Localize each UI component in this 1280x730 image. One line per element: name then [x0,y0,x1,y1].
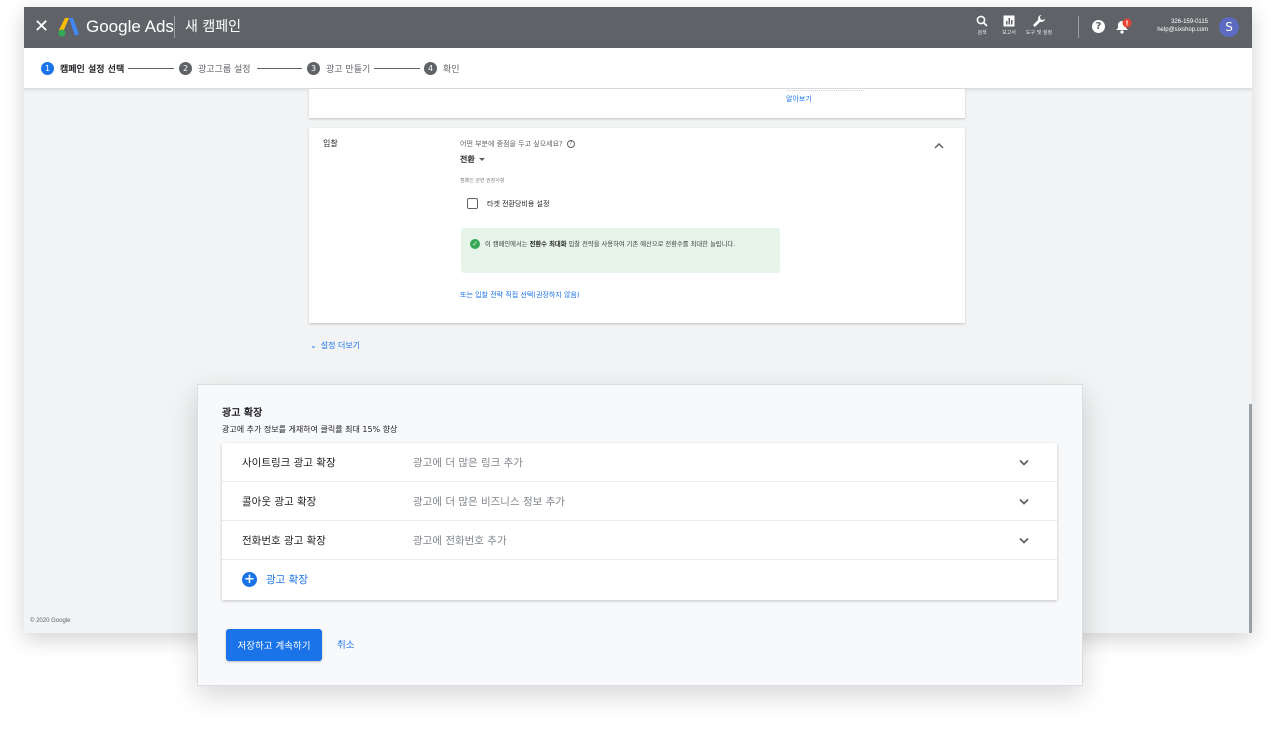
campaign-stepper: 1 캠페인 설정 선택 2 광고그룹 설정 3 광고 만들기 4 확인 [24,48,1252,89]
chevron-down-icon[interactable] [1019,498,1029,505]
step-label: 광고 만들기 [326,65,371,75]
bidding-focus-value: 전환 [460,155,475,164]
info-text-pre: 이 캠페인에서는 [485,241,530,248]
extension-description: 광고에 더 많은 링크 추가 [413,457,523,469]
header-divider [174,16,175,38]
extensions-subtitle: 광고에 추가 정보를 게재하여 클릭률 최대 15% 향상 [222,425,398,434]
extension-row-call[interactable]: 전화번호 광고 확장 광고에 전화번호 추가 [222,521,1057,560]
cancel-button[interactable]: 취소 [337,637,354,651]
extensions-title: 광고 확장 [222,408,263,419]
extension-name: 전화번호 광고 확장 [242,535,326,547]
add-extension-label: 광고 확장 [266,574,308,586]
extension-name: 사이트링크 광고 확장 [242,457,336,469]
tools-settings-label: 도구 및 설정 [1025,30,1053,36]
info-text-strategy: 전환수 최대화 [529,241,567,248]
previous-settings-card [309,89,965,118]
recommendation-label: 캠페인 관련 권장사항 [460,178,505,184]
search-icon [968,12,996,30]
save-and-continue-button[interactable]: 저장하고 계속하기 [226,629,322,661]
step-review[interactable]: 4 확인 [424,62,460,75]
search-tool-label: 검색 [977,30,987,36]
bidding-info-banner: ✓ 이 캠페인에서는 전환수 최대화 입찰 전략을 사용하여 기존 예산으로 전… [461,228,780,273]
bidding-focus-dropdown[interactable]: 전환 [460,154,485,165]
step-connector [374,68,420,69]
chevron-down-icon[interactable] [1019,537,1029,544]
step-create-ads[interactable]: 3 광고 만들기 [307,62,370,75]
extensions-list: 사이트링크 광고 확장 광고에 더 많은 링크 추가 콜아웃 광고 확장 광고에… [222,443,1057,600]
close-icon[interactable]: ✕ [34,17,49,37]
extension-name: 콜아웃 광고 확장 [242,496,317,508]
target-cpa-checkbox-row[interactable]: 타겟 전환당비용 설정 [467,198,549,209]
step-number: 2 [179,62,192,75]
bidding-question: 어떤 부분에 중점을 두고 싶으세요? ? [460,139,575,149]
reports-icon [995,12,1023,30]
step-connector [257,68,302,69]
target-cpa-checkbox[interactable] [467,198,478,209]
extension-description: 광고에 더 많은 비즈니스 정보 추가 [413,496,565,508]
plus-circle-icon: + [242,572,257,587]
extension-row-sitelink[interactable]: 사이트링크 광고 확장 광고에 더 많은 링크 추가 [222,443,1057,482]
step-connector [128,68,174,69]
header-divider-right [1078,16,1079,38]
avatar[interactable]: S [1219,17,1239,37]
step-label: 광고그룹 설정 [198,65,251,75]
reports-tool-button[interactable]: 보고서 [995,12,1023,37]
check-circle-icon: ✓ [470,239,480,249]
campaign-title: 새 캠페인 [185,19,241,35]
chevron-up-icon[interactable] [934,143,944,149]
learn-more-link[interactable]: 알아보기 [786,94,812,104]
notification-bell-icon[interactable] [1114,18,1132,36]
manual-bid-strategy-link[interactable]: 또는 입찰 전략 직접 선택(권장하지 않음) [460,290,580,300]
account-id: 326-159-0115 [1171,19,1208,25]
account-info[interactable]: 326-159-0115 help@sixshop.com [1157,18,1208,34]
search-tool-button[interactable]: 검색 [968,12,996,37]
target-cpa-label: 타겟 전환당비용 설정 [487,199,550,208]
help-circle-icon[interactable]: ? [566,140,575,148]
more-settings-label: 설정 더보기 [320,341,361,350]
tools-settings-button[interactable]: 도구 및 설정 [1025,12,1053,37]
step-number: 3 [307,62,320,75]
help-icon[interactable]: ? [1092,20,1105,33]
add-extension-button[interactable]: + 광고 확장 [242,572,308,587]
bidding-card [309,128,965,323]
step-number: 1 [41,62,54,75]
top-app-bar: ✕ Google Ads 새 캠페인 검색 보고서 도구 및 설정 ? 326-… [24,7,1252,48]
google-ads-logo-icon [58,18,79,37]
bidding-info-text: 이 캠페인에서는 전환수 최대화 입찰 전략을 사용하여 기존 예산으로 전환수… [485,238,775,252]
step-number: 4 [424,62,437,75]
truncated-helper-text: ········································… [786,88,936,91]
info-text-post: 입찰 전략을 사용하여 기존 예산으로 전환수를 최대한 늘립니다. [566,241,736,248]
step-label: 확인 [443,65,460,75]
step-campaign-settings[interactable]: 1 캠페인 설정 선택 [41,62,124,75]
extension-description: 광고에 전화번호 추가 [413,535,507,547]
extension-row-callout[interactable]: 콜아웃 광고 확장 광고에 더 많은 비즈니스 정보 추가 [222,482,1057,521]
bidding-title: 입찰 [323,139,338,148]
scrollbar[interactable] [1249,404,1252,633]
copyright: © 2020 Google [30,618,71,624]
chevron-down-icon: ⌄ [310,341,317,350]
dropdown-caret-icon [478,158,485,161]
more-settings-link[interactable]: ⌄ 설정 더보기 [310,340,360,351]
step-ad-group-settings[interactable]: 2 광고그룹 설정 [179,62,251,75]
wrench-icon [1025,12,1053,30]
bidding-question-text: 어떤 부분에 중점을 두고 싶으세요? [460,140,563,148]
brand-name: Google Ads [86,17,174,36]
step-label: 캠페인 설정 선택 [60,65,125,75]
reports-tool-label: 보고서 [1002,30,1016,36]
account-email: help@sixshop.com [1157,27,1208,33]
chevron-down-icon[interactable] [1019,459,1029,466]
ad-extensions-panel: 광고 확장 광고에 추가 정보를 게재하여 클릭률 최대 15% 향상 사이트링… [197,384,1083,686]
